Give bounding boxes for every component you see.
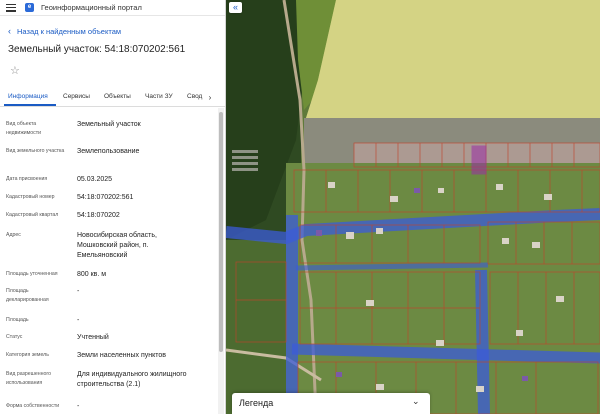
map-canvas[interactable] [226, 0, 600, 414]
attribute-value: 54:18:070202:561 [77, 194, 134, 201]
attribute-label: Вид объекта недвижимости [6, 121, 42, 136]
double-chevron-left-icon[interactable]: « [229, 2, 242, 13]
attribute-value: Новосибирская область, Мошковский район,… [77, 232, 157, 259]
chevron-down-icon[interactable]: ⌄ [412, 396, 420, 407]
attribute-value: Земли населенных пунктов [77, 352, 167, 359]
attribute-value: Землепользование [77, 148, 140, 155]
selected-parcel[interactable] [471, 145, 487, 175]
attribute-label: Площадь уточненная [6, 271, 58, 277]
tab-summary[interactable]: Свод [187, 93, 203, 100]
attribute-label: Статус [6, 334, 23, 340]
info-panel: e Геоинформационный портал ‹ Назад к най… [0, 0, 226, 414]
attribute-value: - [77, 288, 80, 295]
attribute-label: Дата присвоения [6, 176, 48, 182]
chevron-right-icon[interactable]: › [204, 92, 216, 104]
attribute-value: 05.03.2025 [77, 176, 113, 183]
attribute-value: 54:18:070202 [77, 212, 120, 219]
page-title: Земельный участок: 54:18:070202:561 [8, 44, 186, 55]
portal-logo-icon: e [25, 3, 34, 12]
panel-scrollbar-thumb[interactable] [219, 112, 223, 352]
app-title: Геоинформационный портал [41, 3, 142, 12]
legend-panel[interactable]: Легенда ⌄ [232, 393, 430, 414]
attribute-label: Кадастровый квартал [6, 212, 59, 218]
burger-menu-icon[interactable] [6, 3, 16, 12]
attribute-label: Категория земель [6, 352, 49, 358]
chevron-left-icon: ‹ [8, 26, 11, 36]
tab-parcel-parts[interactable]: Части ЗУ [145, 93, 173, 100]
tab-information[interactable]: Информация [8, 93, 48, 100]
tab-services[interactable]: Сервисы [63, 93, 90, 100]
attribute-label: Адрес [6, 232, 21, 238]
legend-title: Легенда [239, 398, 274, 408]
attribute-value: Учтенный [77, 334, 109, 341]
attribute-value: - [77, 317, 80, 324]
star-outline-icon[interactable]: ☆ [10, 66, 20, 77]
attribute-label: Площадь [6, 317, 29, 323]
attribute-label: Вид земельного участка [6, 148, 65, 154]
back-link-label: Назад к найденным объектам [17, 27, 122, 36]
tab-objects[interactable]: Объекты [104, 93, 131, 100]
attribute-value: Земельный участок [77, 121, 141, 128]
attribute-value: - [77, 403, 80, 410]
attribute-value: 800 кв. м [77, 271, 107, 278]
attribute-label: Площадь декларированная [6, 288, 49, 303]
attribute-label: Кадастровый номер [6, 194, 55, 200]
app-header: e Геоинформационный портал [0, 0, 225, 16]
tab-bar: Информация Сервисы Объекты Части ЗУ Свод… [0, 90, 225, 107]
attribute-label: Вид разрешенного использования [6, 371, 52, 386]
map-view[interactable] [226, 0, 600, 414]
active-tab-indicator [4, 104, 56, 106]
back-to-results-link[interactable]: ‹ Назад к найденным объектам [8, 26, 122, 37]
attribute-value: Для индивидуального жилищного строительс… [77, 371, 187, 388]
attribute-label: Форма собственности [6, 403, 60, 409]
